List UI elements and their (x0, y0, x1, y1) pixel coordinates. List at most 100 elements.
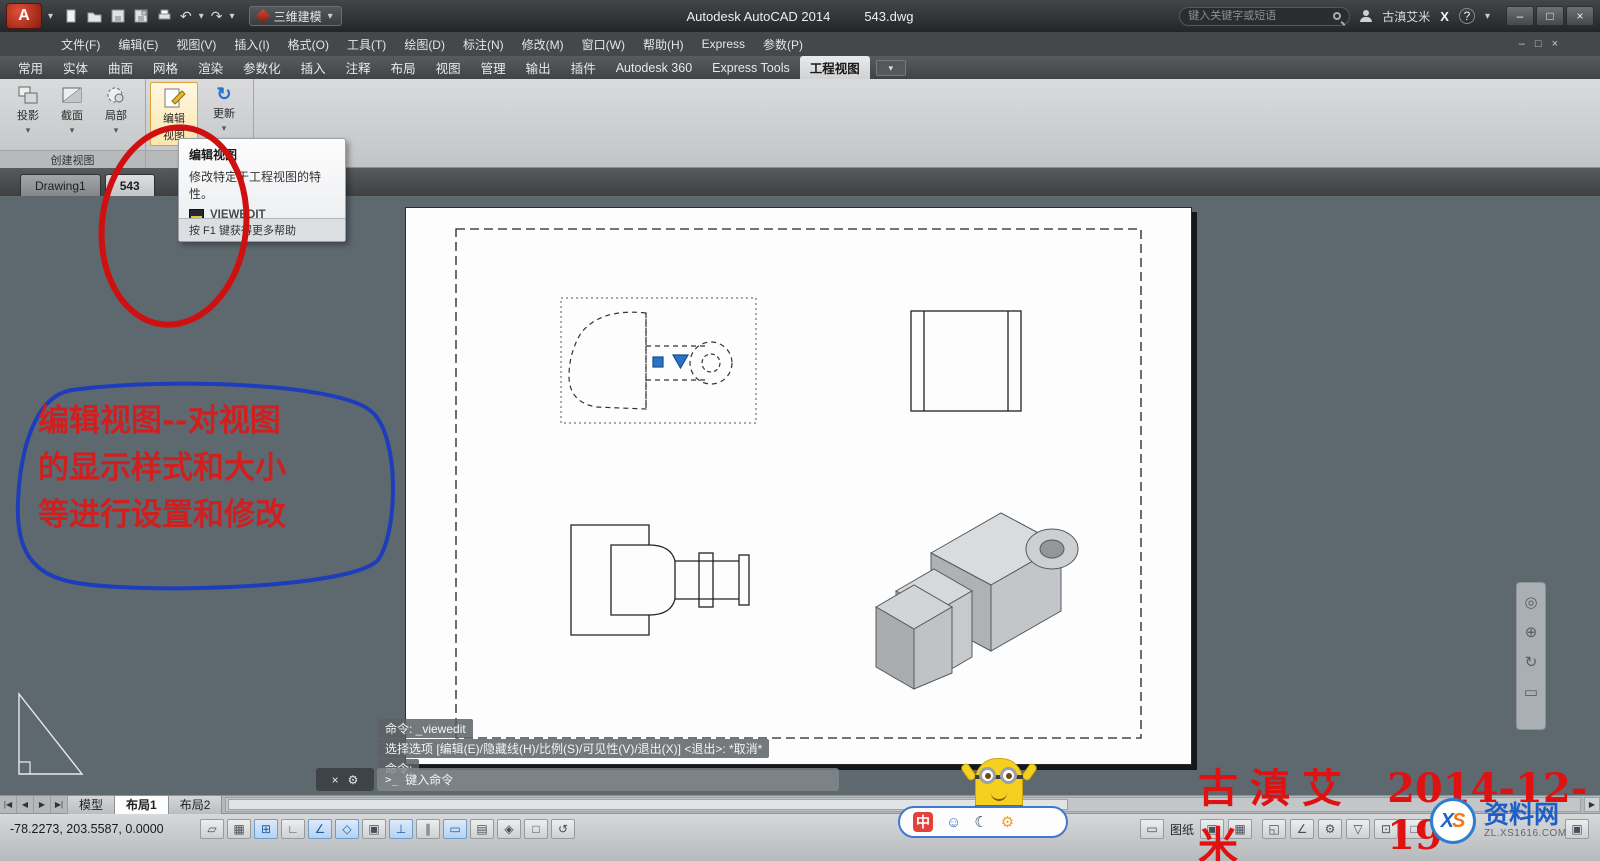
grid-toggle[interactable]: ⊞ (254, 819, 278, 839)
menu-item-insert[interactable]: 插入(I) (225, 32, 278, 56)
edit-view-button[interactable]: 编辑 视图 (150, 82, 198, 146)
ime-settings-icon[interactable]: ⚙ (1001, 813, 1014, 831)
ime-toolbar[interactable]: 中 ☺ ☾ ⚙ (898, 806, 1068, 838)
panel-label-create-views[interactable]: 创建视图 (0, 150, 145, 168)
signin-username[interactable]: 古滇艾米 (1382, 8, 1430, 25)
dynamic-ucs-toggle[interactable]: ∥ (416, 819, 440, 839)
close-button[interactable]: × (1566, 6, 1594, 26)
plot-icon[interactable] (156, 8, 173, 24)
ribbon-tab-annotate[interactable]: 注释 (336, 56, 381, 79)
menu-item-help[interactable]: 帮助(H) (634, 32, 693, 56)
ribbon-minimize-button[interactable]: ▾ (876, 60, 906, 76)
menu-item-express[interactable]: Express (693, 32, 754, 56)
menu-item-file[interactable]: 文件(F) (52, 32, 109, 56)
paper-space-label[interactable]: 图纸 (1168, 821, 1196, 838)
tab-prev-arrow[interactable]: ◀ (17, 796, 34, 814)
redo-icon[interactable]: ↷ (211, 9, 223, 23)
ribbon-tab-plugins[interactable]: 插件 (561, 56, 606, 79)
ribbon-tab-insert[interactable]: 插入 (291, 56, 336, 79)
minimize-button[interactable]: – (1506, 6, 1534, 26)
menu-item-modify[interactable]: 修改(M) (513, 32, 573, 56)
tab-layout1[interactable]: 布局1 (115, 796, 169, 814)
tab-last-arrow[interactable]: ▶| (51, 796, 68, 814)
paper-space-icon[interactable]: ▭ (1140, 819, 1164, 839)
save-icon[interactable] (110, 8, 126, 24)
tab-first-arrow[interactable]: |◀ (0, 796, 17, 814)
ribbon-tab-render[interactable]: 渲染 (188, 56, 233, 79)
help-dropdown-icon[interactable]: ▾ (1485, 11, 1490, 22)
menu-item-view[interactable]: 视图(V) (167, 32, 225, 56)
ribbon-tab-layout[interactable]: 布局 (381, 56, 426, 79)
navigation-bar[interactable]: ◎ ⊕ ↻ ▭ (1516, 582, 1546, 730)
infer-constraints-toggle[interactable]: ▱ (200, 819, 224, 839)
doc-tab-543[interactable]: 543 (105, 174, 155, 196)
layout-paper[interactable] (405, 207, 1192, 765)
isometric-view[interactable] (876, 513, 1078, 689)
open-folder-icon[interactable] (86, 8, 103, 24)
quick-properties-toggle[interactable]: □ (524, 819, 548, 839)
menu-item-tools[interactable]: 工具(T) (338, 32, 395, 56)
new-file-icon[interactable] (63, 8, 79, 24)
exchange-apps-icon[interactable]: X (1440, 9, 1449, 24)
ribbon-tab-express[interactable]: Express Tools (702, 56, 800, 79)
3d-object-snap-toggle[interactable]: ▣ (362, 819, 386, 839)
ribbon-tab-output[interactable]: 输出 (516, 56, 561, 79)
front-view[interactable] (571, 525, 749, 635)
menu-item-edit[interactable]: 编辑(E) (109, 32, 167, 56)
orbit-icon[interactable]: ↻ (1525, 653, 1538, 671)
ribbon-tab-parametric[interactable]: 参数化 (233, 56, 291, 79)
steering-wheel-icon[interactable]: ◎ (1524, 593, 1537, 611)
help-icon[interactable]: ? (1459, 8, 1475, 24)
ime-night-mode-icon[interactable]: ☾ (974, 813, 987, 831)
menu-item-format[interactable]: 格式(O) (279, 32, 338, 56)
dynamic-input-toggle[interactable]: ▭ (443, 819, 467, 839)
workspace-switcher[interactable]: 三维建模 ▾ (249, 6, 342, 26)
detail-button[interactable]: 局部 ▾ (94, 82, 138, 136)
pan-icon[interactable]: ⊕ (1525, 623, 1538, 641)
doc-close-button[interactable]: × (1552, 38, 1558, 50)
undo-icon[interactable]: ↶ (180, 9, 192, 23)
doc-restore-button[interactable]: □ (1535, 38, 1542, 50)
command-input[interactable] (405, 773, 831, 787)
ribbon-tab-autodesk360[interactable]: Autodesk 360 (606, 56, 702, 79)
grip-triangle[interactable] (673, 355, 688, 368)
tab-model[interactable]: 模型 (68, 796, 115, 814)
ribbon-tab-engineering-views[interactable]: 工程视图 (800, 56, 870, 79)
ime-account-icon[interactable]: ☺ (946, 814, 961, 831)
selection-cycling-toggle[interactable]: ↺ (551, 819, 575, 839)
app-menu-caret-icon[interactable]: ▾ (48, 11, 53, 22)
section-button[interactable]: 截面 ▾ (50, 82, 94, 136)
redo-dropdown-icon[interactable]: ▾ (230, 11, 235, 22)
ribbon-tab-view[interactable]: 视图 (426, 56, 471, 79)
menu-item-window[interactable]: 窗口(W) (573, 32, 634, 56)
snap-tracking-toggle[interactable]: ⊥ (389, 819, 413, 839)
search-icon[interactable] (1333, 12, 1341, 20)
command-close-icon[interactable]: × (332, 773, 339, 787)
grip-square[interactable] (653, 357, 663, 367)
search-box[interactable] (1179, 7, 1350, 26)
command-customize-icon[interactable]: ⚙ (348, 773, 359, 787)
ribbon-tab-home[interactable]: 常用 (8, 56, 53, 79)
command-input-field[interactable]: >_ (377, 768, 839, 791)
undo-dropdown-icon[interactable]: ▾ (199, 11, 204, 22)
lineweight-toggle[interactable]: ▤ (470, 819, 494, 839)
ribbon-tab-mesh[interactable]: 网格 (143, 56, 188, 79)
doc-tab-drawing1[interactable]: Drawing1 (20, 174, 101, 196)
ribbon-tab-surface[interactable]: 曲面 (98, 56, 143, 79)
tab-next-arrow[interactable]: ▶ (34, 796, 51, 814)
object-snap-toggle[interactable]: ◇ (335, 819, 359, 839)
maximize-button[interactable]: □ (1536, 6, 1564, 26)
tab-layout2[interactable]: 布局2 (169, 796, 223, 814)
ribbon-tab-manage[interactable]: 管理 (471, 56, 516, 79)
viewport-border[interactable] (456, 229, 1141, 738)
save-as-icon[interactable] (133, 8, 149, 24)
zoom-extents-icon[interactable]: ▭ (1524, 683, 1538, 701)
autocad-logo-icon[interactable]: A (6, 3, 42, 29)
top-view-selected[interactable] (561, 298, 756, 423)
search-input[interactable] (1188, 10, 1328, 22)
menu-item-draw[interactable]: 绘图(D) (395, 32, 454, 56)
polar-tracking-toggle[interactable]: ∠ (308, 819, 332, 839)
ime-chinese-mode-icon[interactable]: 中 (913, 812, 933, 832)
doc-minimize-button[interactable]: – (1519, 38, 1525, 50)
side-view[interactable] (911, 311, 1021, 411)
